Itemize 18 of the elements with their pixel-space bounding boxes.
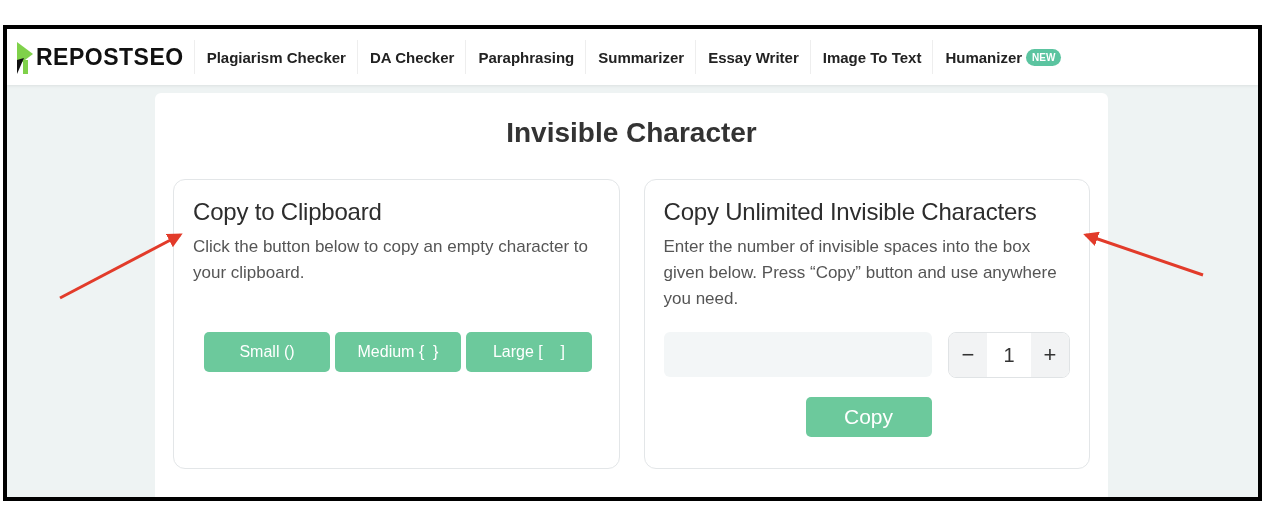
card-title: Copy Unlimited Invisible Characters bbox=[663, 198, 1038, 226]
nav-link[interactable]: Humanizer NEW bbox=[932, 40, 1073, 74]
nav-link[interactable]: DA Checker bbox=[356, 40, 466, 74]
number-stepper[interactable]: − 1 + bbox=[948, 332, 1070, 378]
new-badge: NEW bbox=[1026, 48, 1062, 66]
logo-text[interactable]: REPOSTSEO bbox=[36, 43, 184, 71]
decrement-button[interactable]: − bbox=[949, 333, 987, 377]
nav-link[interactable]: Image To Text bbox=[809, 40, 933, 74]
card-description: Enter the number of invisible spaces into the box given below. Press “Copy” button and use anywhere you need. bbox=[663, 236, 1058, 310]
nav-link[interactable]: Summarizer bbox=[585, 40, 696, 74]
nav-link[interactable]: Plagiarism Checker bbox=[193, 40, 357, 74]
increment-button[interactable]: + bbox=[1031, 333, 1069, 377]
nav-link[interactable]: Essay Writer bbox=[695, 40, 810, 74]
card-title: Copy to Clipboard bbox=[193, 198, 383, 226]
page-title: Invisible Character bbox=[505, 117, 758, 149]
nav-link[interactable]: Paraphrasing bbox=[465, 40, 586, 74]
logo-icon bbox=[15, 40, 35, 74]
card-description: Click the button below to copy an empty character to your clipboard. bbox=[193, 236, 589, 284]
